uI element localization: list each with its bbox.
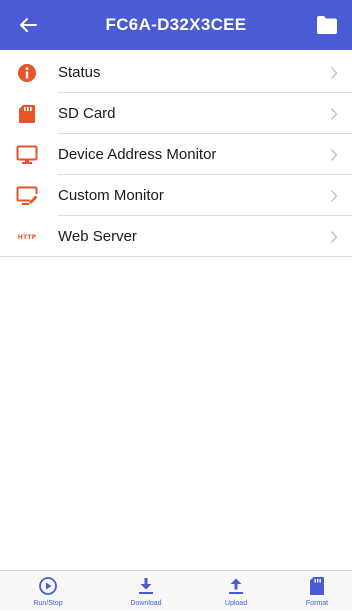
menu-item-device-address-monitor[interactable]: Device Address Monitor (0, 134, 352, 175)
chevron-right-icon (330, 67, 338, 79)
chevron-right-icon (330, 108, 338, 120)
monitor-edit-icon (16, 185, 38, 207)
menu-item-label: Custom Monitor (58, 187, 164, 204)
menu-item-label: Status (58, 64, 101, 81)
tab-label: Format (305, 600, 329, 607)
menu-item-label: Web Server (58, 228, 137, 245)
monitor-icon (16, 144, 38, 166)
tab-upload[interactable]: Upload (201, 571, 271, 611)
tab-label: Download (130, 600, 162, 607)
tab-label: Run/Stop (33, 600, 63, 607)
chevron-right-icon (330, 190, 338, 202)
bottom-tab-bar: Run/Stop Download Upload Format (0, 570, 352, 610)
tab-format[interactable]: Format (282, 571, 352, 611)
menu-item-sd-card[interactable]: SD Card (0, 93, 352, 134)
tab-label: Upload (224, 600, 248, 607)
menu-item-custom-monitor[interactable]: Custom Monitor (0, 175, 352, 216)
tab-download[interactable]: Download (111, 571, 181, 611)
divider (0, 256, 352, 257)
http-icon-text: HTTP (17, 233, 37, 241)
folder-icon[interactable] (316, 15, 338, 35)
arrow-left-icon[interactable] (16, 13, 40, 37)
menu-item-label: SD Card (58, 105, 116, 122)
sd-card-icon (310, 577, 324, 595)
http-icon: HTTP (16, 226, 38, 248)
chevron-right-icon (330, 149, 338, 161)
menu-item-web-server[interactable]: HTTP Web Server (0, 216, 352, 257)
app-header: FC6A-D32X3CEE (0, 0, 352, 50)
sd-card-icon (16, 103, 38, 125)
tab-run-stop[interactable]: Run/Stop (13, 571, 83, 611)
menu-item-status[interactable]: Status (0, 52, 352, 93)
download-icon (139, 578, 153, 594)
upload-icon (229, 578, 243, 594)
play-circle-icon (39, 577, 57, 595)
menu-item-label: Device Address Monitor (58, 146, 217, 163)
info-icon (16, 62, 38, 84)
page-title: FC6A-D32X3CEE (105, 15, 247, 34)
chevron-right-icon (330, 231, 338, 243)
menu-list: Status SD Card Device Address Monitor Cu… (0, 52, 352, 257)
